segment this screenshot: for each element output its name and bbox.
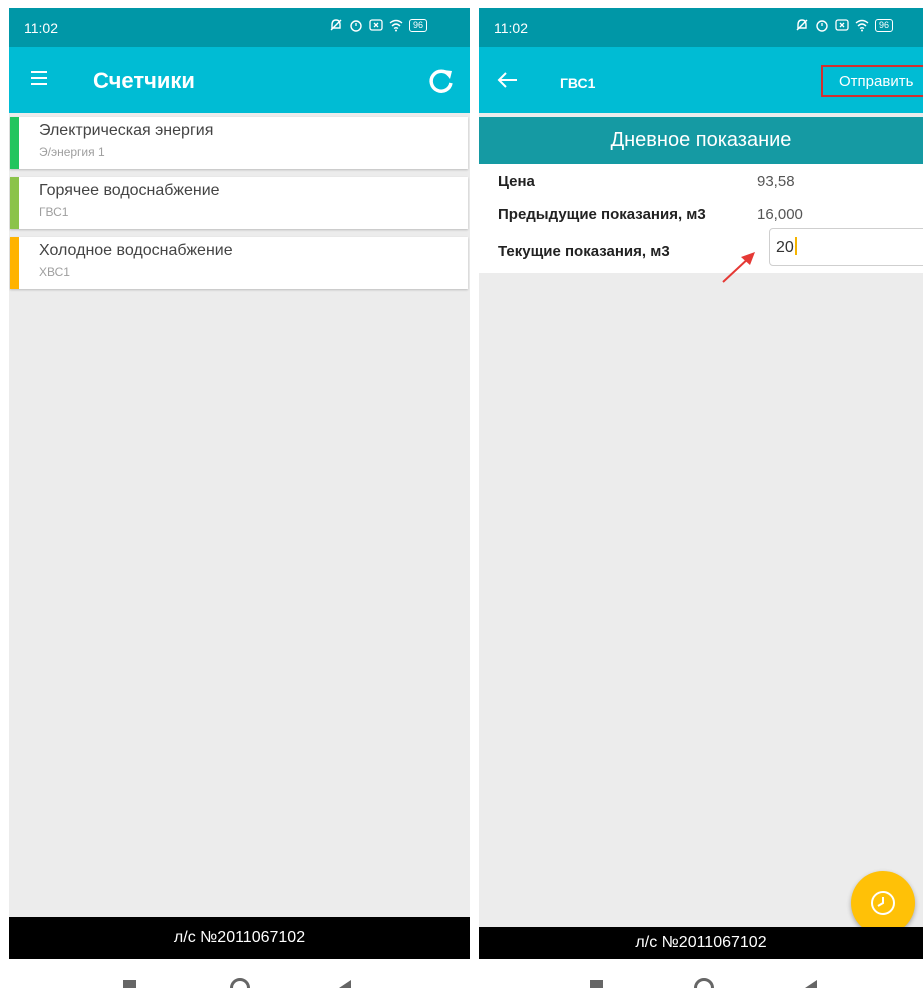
home-button[interactable] <box>230 978 250 988</box>
reading-form: Цена 93,58 Предыдущие показания, м3 16,0… <box>479 164 923 273</box>
section-header: Дневное показание <box>479 117 923 164</box>
meter-title: ГВС1 <box>560 75 596 91</box>
app-bar: ГВС1 Отправить <box>479 47 923 113</box>
meter-reading-screen: 11:02 96 ГВС1 Отправить Дневное показани… <box>479 8 923 988</box>
home-button[interactable] <box>694 978 714 988</box>
back-arrow-icon[interactable] <box>497 71 519 89</box>
meter-card[interactable]: Электрическая энергия Э/энергия 1 <box>10 117 468 169</box>
previous-reading-label: Предыдущие показания, м3 <box>498 206 706 223</box>
meter-code: ХВС1 <box>39 265 70 279</box>
status-time: 11:02 <box>494 20 528 36</box>
current-reading-value: 20 <box>776 239 794 256</box>
alarm-icon <box>816 20 828 32</box>
no-sim-icon <box>369 19 383 31</box>
text-cursor <box>794 237 797 255</box>
account-footer: л/с №2011067102 <box>479 927 923 959</box>
status-icons: 96 <box>795 18 894 32</box>
muted-bell-icon <box>330 19 342 31</box>
meter-name: Электрическая энергия <box>39 122 214 139</box>
app-bar: Счетчики <box>9 47 470 113</box>
wifi-icon <box>389 19 403 32</box>
system-nav-bar <box>479 959 923 988</box>
current-reading-label: Текущие показания, м3 <box>498 243 670 260</box>
meter-color-stripe <box>10 237 19 289</box>
status-bar: 11:02 96 <box>9 8 470 47</box>
meter-card[interactable]: Горячее водоснабжение ГВС1 <box>10 177 468 229</box>
send-button[interactable]: Отправить <box>821 65 923 97</box>
meter-name: Холодное водоснабжение <box>39 242 233 259</box>
previous-reading-value: 16,000 <box>757 206 803 223</box>
account-number: л/с №2011067102 <box>635 934 767 951</box>
meter-color-stripe <box>10 177 19 229</box>
status-time: 11:02 <box>24 20 58 36</box>
annotation-arrow-icon <box>722 252 755 283</box>
back-button[interactable] <box>805 980 817 988</box>
meter-name: Горячее водоснабжение <box>39 182 220 199</box>
page-title: Счетчики <box>93 68 195 93</box>
price-value: 93,58 <box>757 173 795 190</box>
meter-code: ГВС1 <box>39 205 69 219</box>
meter-card[interactable]: Холодное водоснабжение ХВС1 <box>10 237 468 289</box>
account-footer: л/с №2011067102 <box>9 917 470 959</box>
history-fab[interactable] <box>851 871 915 935</box>
menu-icon[interactable] <box>31 71 47 85</box>
battery-icon: 96 <box>875 18 894 32</box>
recents-button[interactable] <box>590 980 603 988</box>
price-label: Цена <box>498 173 535 190</box>
meter-code: Э/энергия 1 <box>39 145 105 159</box>
recents-button[interactable] <box>123 980 136 988</box>
meters-list: Электрическая энергия Э/энергия 1 Горяче… <box>9 113 470 917</box>
back-button[interactable] <box>339 980 351 988</box>
clock-icon <box>871 891 895 915</box>
battery-icon: 96 <box>409 18 428 32</box>
section-title: Дневное показание <box>610 129 792 151</box>
current-reading-input[interactable]: 20 <box>769 228 923 266</box>
alarm-icon <box>350 20 362 32</box>
muted-bell-icon <box>796 19 808 31</box>
meters-screen: 11:02 96 Счетчики Электрическая энергия … <box>9 8 470 988</box>
system-nav-bar <box>9 959 470 988</box>
wifi-icon <box>855 19 869 32</box>
status-bar: 11:02 96 <box>479 8 923 47</box>
no-sim-icon <box>835 19 849 31</box>
status-icons: 96 <box>329 18 428 32</box>
account-number: л/с №2011067102 <box>173 929 306 946</box>
meter-color-stripe <box>10 117 19 169</box>
refresh-icon[interactable] <box>427 67 455 95</box>
